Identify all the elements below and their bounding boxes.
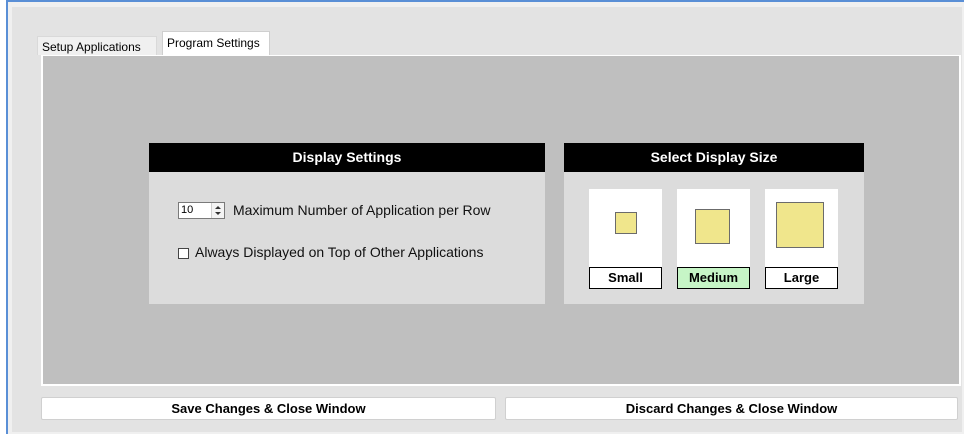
medium-size-swatch[interactable]	[695, 209, 730, 244]
small-size-swatch[interactable]	[615, 212, 637, 234]
size-option-large[interactable]: Large	[765, 189, 838, 289]
discard-and-close-button[interactable]: Discard Changes & Close Window	[505, 397, 958, 420]
save-and-close-button[interactable]: Save Changes & Close Window	[41, 397, 496, 420]
select-display-size-header: Select Display Size	[564, 143, 864, 172]
spinner-buttons[interactable]	[211, 203, 224, 218]
select-display-size-panel: Select Display Size Small Medium Large	[564, 143, 864, 304]
tab-setup-applications[interactable]: Setup Applications	[37, 36, 157, 55]
large-size-swatch[interactable]	[776, 202, 824, 248]
display-settings-panel: Display Settings 10 Maximum Number of Ap…	[149, 143, 545, 304]
medium-size-button[interactable]: Medium	[677, 267, 750, 289]
small-size-button[interactable]: Small	[589, 267, 662, 289]
max-per-row-label: Maximum Number of Application per Row	[233, 202, 491, 218]
program-settings-tab-body: Display Settings 10 Maximum Number of Ap…	[41, 55, 961, 386]
spin-down-icon[interactable]	[215, 212, 221, 215]
max-per-row-spinner[interactable]: 10	[178, 202, 225, 219]
large-size-button[interactable]: Large	[765, 267, 838, 289]
always-on-top-checkbox[interactable]	[178, 248, 189, 259]
outer-panel: Setup Applications Program Settings Disp…	[12, 7, 962, 432]
tab-program-settings[interactable]: Program Settings	[162, 31, 270, 55]
settings-window: Setup Applications Program Settings Disp…	[6, 0, 964, 434]
spin-up-icon[interactable]	[215, 206, 221, 209]
size-option-small[interactable]: Small	[589, 189, 662, 289]
size-option-medium[interactable]: Medium	[677, 189, 750, 289]
display-settings-header: Display Settings	[149, 143, 545, 172]
max-per-row-value[interactable]: 10	[181, 204, 193, 216]
always-on-top-label[interactable]: Always Displayed on Top of Other Applica…	[195, 244, 483, 260]
